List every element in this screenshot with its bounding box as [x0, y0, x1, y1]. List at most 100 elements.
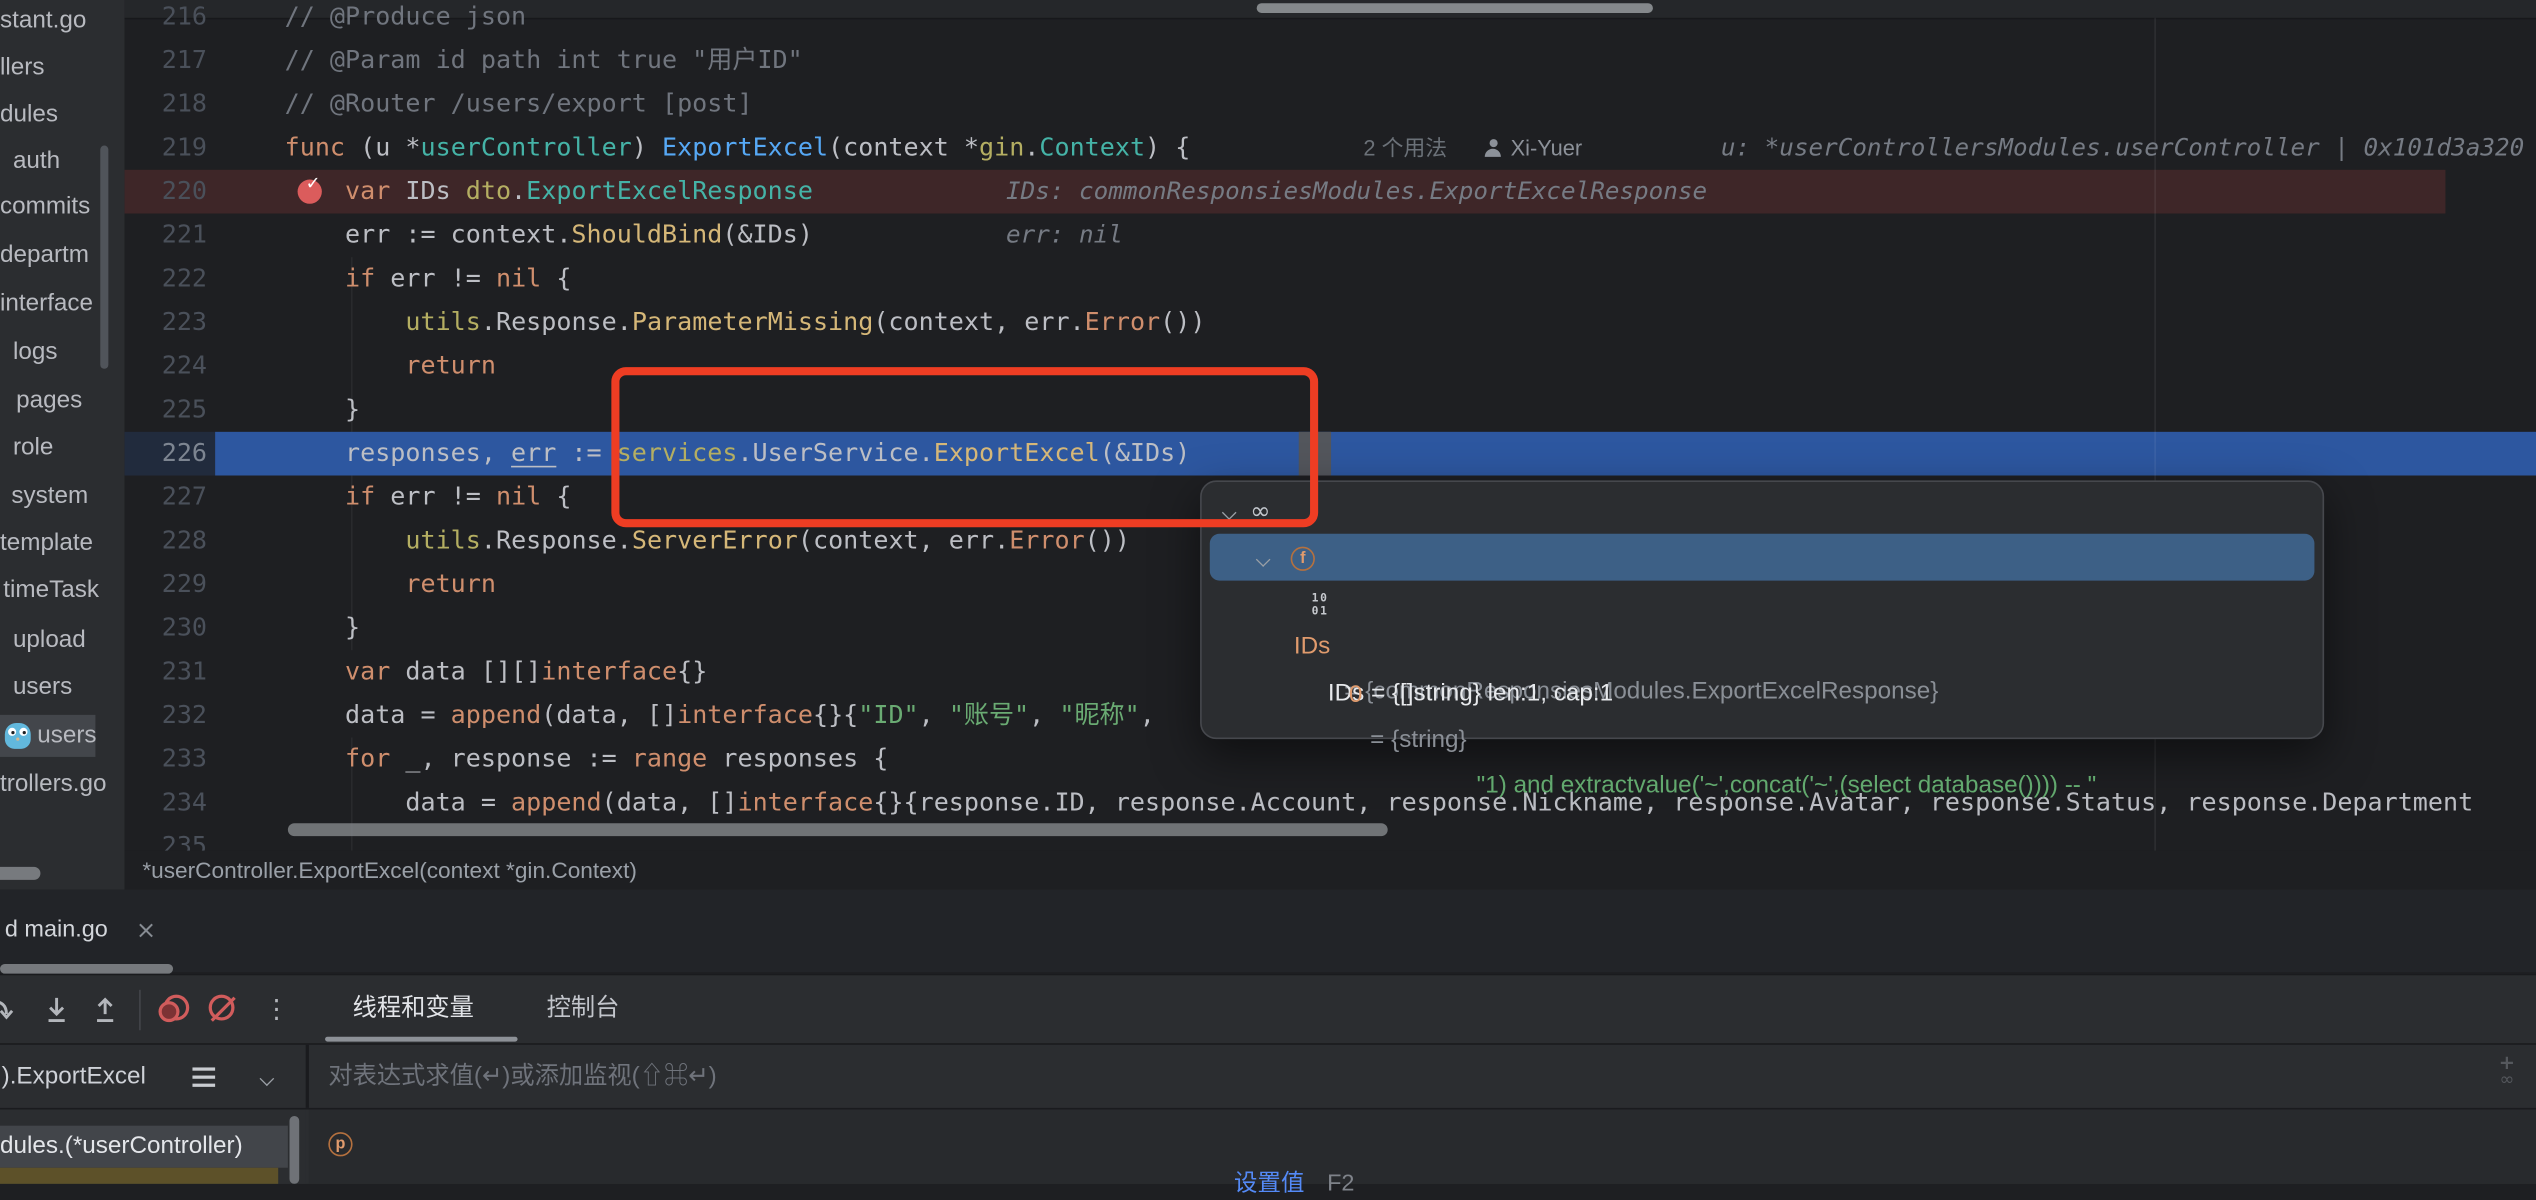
- line-number[interactable]: 231: [125, 650, 207, 694]
- frame-list-item[interactable]: dules.(*userController): [0, 1126, 288, 1168]
- code-line-230[interactable]: }: [285, 607, 360, 651]
- sidebar-item-timetask[interactable]: timeTask: [3, 569, 99, 611]
- line-number[interactable]: 219: [125, 126, 207, 170]
- sidebar-item-system[interactable]: system: [11, 476, 88, 518]
- code-line-233[interactable]: for _, response := range responses {: [285, 738, 889, 782]
- line-number[interactable]: 220: [125, 170, 207, 214]
- mute-breakpoints-icon[interactable]: [209, 995, 235, 1021]
- popup-row-string-element[interactable]: 1001 0 = {string} "1) and extractvalue('…: [1202, 582, 2323, 627]
- code-line-220[interactable]: var IDs dto.ExportExcelResponse: [285, 170, 813, 214]
- code-token: responses,: [285, 438, 511, 467]
- code-token: nil: [496, 482, 541, 511]
- line-number[interactable]: 216: [125, 0, 207, 39]
- sidebar-item-commits[interactable]: commits: [0, 186, 90, 228]
- code-line-216[interactable]: // @Produce json: [285, 0, 526, 39]
- popup-selected-text: IDs = {[]string} len:1, cap:1: [1328, 671, 1613, 716]
- sidebar-item-departm[interactable]: departm: [0, 235, 89, 277]
- line-number[interactable]: 217: [125, 39, 207, 83]
- code-token: (data, []: [541, 700, 677, 729]
- editor-floating-scrollbar-top[interactable]: [1257, 3, 1653, 13]
- line-number[interactable]: 227: [125, 476, 207, 520]
- code-line-221[interactable]: err := context.ShouldBind(&IDs): [285, 213, 813, 257]
- frames-pane[interactable]: dules.(*userController): [0, 1110, 306, 1184]
- line-number[interactable]: 230: [125, 607, 207, 651]
- view-breakpoints-icon[interactable]: [159, 1001, 180, 1022]
- tab-main-go[interactable]: d main.go: [5, 890, 108, 972]
- frame-selector[interactable]: ).ExportExcel: [2, 1045, 146, 1110]
- code-line-222[interactable]: if err != nil {: [285, 257, 572, 301]
- frames-scrollbar[interactable]: [290, 1116, 300, 1184]
- line-number[interactable]: 223: [125, 301, 207, 345]
- line-number[interactable]: 234: [125, 781, 207, 825]
- line-number[interactable]: 229: [125, 563, 207, 607]
- line-number[interactable]: 233: [125, 738, 207, 782]
- sidebar-item-interface[interactable]: interface: [0, 283, 93, 325]
- sidebar-item-users[interactable]: users: [37, 715, 96, 757]
- threads-list-icon[interactable]: [192, 1067, 215, 1070]
- code-token: ShouldBind: [571, 220, 722, 249]
- breadcrumb[interactable]: *userController.ExportExcel(context *gin…: [142, 851, 637, 890]
- evaluate-expression-input[interactable]: 对表达式求值(↵)或添加监视(⇧⌘↵): [328, 1045, 716, 1110]
- code-token: data =: [285, 788, 511, 817]
- line-number[interactable]: 226: [125, 432, 207, 476]
- code-token: append: [511, 788, 602, 817]
- tab-threads-variables[interactable]: 线程和变量: [353, 975, 474, 1043]
- chevron-down-icon[interactable]: [260, 1069, 273, 1082]
- line-number[interactable]: 228: [125, 519, 207, 563]
- line-number[interactable]: 221: [125, 213, 207, 257]
- sidebar-item-llers[interactable]: llers: [0, 47, 45, 89]
- close-icon[interactable]: ×: [136, 890, 156, 972]
- step-out-icon[interactable]: [91, 996, 120, 1025]
- sidebar-item-auth[interactable]: auth: [13, 141, 60, 183]
- sidebar-item-upload[interactable]: upload: [13, 619, 86, 661]
- variable-row-context[interactable]: p context = {*gin.Context | 0x1400076200…: [309, 1174, 363, 1184]
- sidebar-item-role[interactable]: role: [13, 427, 53, 469]
- code-token: err := context.: [285, 220, 572, 249]
- popup-row-selected[interactable]: f IDs = {[]string} len:1, cap:1: [1202, 535, 2323, 580]
- code-line-224[interactable]: return: [285, 344, 496, 388]
- frame-list-item-selected[interactable]: [0, 1168, 278, 1184]
- code-line-225[interactable]: }: [285, 388, 360, 432]
- sidebar-horizontal-scrollbar[interactable]: [0, 867, 40, 880]
- tabstrip-scrollbar[interactable]: [0, 964, 173, 974]
- code-token: append: [451, 700, 542, 729]
- line-number[interactable]: 235: [125, 825, 207, 851]
- code-line-219[interactable]: func (u *userController) ExportExcel(con…: [285, 126, 1191, 170]
- popup-row-watch[interactable]: ∞ IDs = {commonResponsiesModules.ExportE…: [1202, 488, 2323, 533]
- code-line-229[interactable]: return: [285, 563, 496, 607]
- code-line-232[interactable]: data = append(data, []interface{}{"ID", …: [285, 694, 1170, 738]
- debugger-value-popup[interactable]: ∞ IDs = {commonResponsiesModules.ExportE…: [1200, 480, 2324, 739]
- line-number[interactable]: 232: [125, 694, 207, 738]
- line-number[interactable]: 222: [125, 257, 207, 301]
- variables-pane[interactable]: p u = {*userControllersModules.userContr…: [309, 1110, 2536, 1184]
- code-token: ()): [1085, 526, 1130, 555]
- set-value-link[interactable]: 设置值: [1234, 1171, 1304, 1197]
- breakpoint-icon[interactable]: [298, 180, 322, 204]
- sidebar-vertical-scrollbar[interactable]: [100, 146, 108, 369]
- usages-hint[interactable]: 2 个用法: [1363, 126, 1447, 170]
- code-token: Response.: [496, 526, 632, 555]
- tab-console[interactable]: 控制台: [547, 975, 620, 1043]
- sidebar-item-logs[interactable]: logs: [13, 332, 58, 374]
- sidebar-item-users[interactable]: users: [13, 666, 72, 708]
- step-into-icon[interactable]: [42, 996, 71, 1025]
- code-line-223[interactable]: utils.Response.ParameterMissing(context,…: [285, 301, 1206, 345]
- sidebar-item-trollers-go[interactable]: trollers.go: [0, 763, 107, 805]
- more-options-icon[interactable]: ⋮: [264, 982, 290, 1037]
- sidebar-item-template[interactable]: template: [0, 522, 93, 564]
- add-watch-icon[interactable]: +∞: [2491, 1053, 2523, 1102]
- step-over-icon[interactable]: [0, 996, 16, 1025]
- line-number[interactable]: 224: [125, 344, 207, 388]
- sidebar-item-dules[interactable]: dules: [0, 94, 58, 136]
- code-token: {}: [677, 657, 707, 686]
- code-line-217[interactable]: // @Param id path int true "用户ID": [285, 39, 803, 83]
- code-line-227[interactable]: if err != nil {: [285, 476, 572, 520]
- sidebar-item-stant-go[interactable]: stant.go: [0, 0, 86, 42]
- code-line-218[interactable]: // @Router /users/export [post]: [285, 82, 753, 126]
- line-number[interactable]: 225: [125, 388, 207, 432]
- code-line-234[interactable]: data = append(data, []interface{}{respon…: [285, 781, 2474, 825]
- sidebar-item-pages[interactable]: pages: [16, 380, 82, 422]
- code-line-231[interactable]: var data [][]interface{}: [285, 650, 708, 694]
- line-number[interactable]: 218: [125, 82, 207, 126]
- chevron-down-icon[interactable]: [1257, 550, 1270, 563]
